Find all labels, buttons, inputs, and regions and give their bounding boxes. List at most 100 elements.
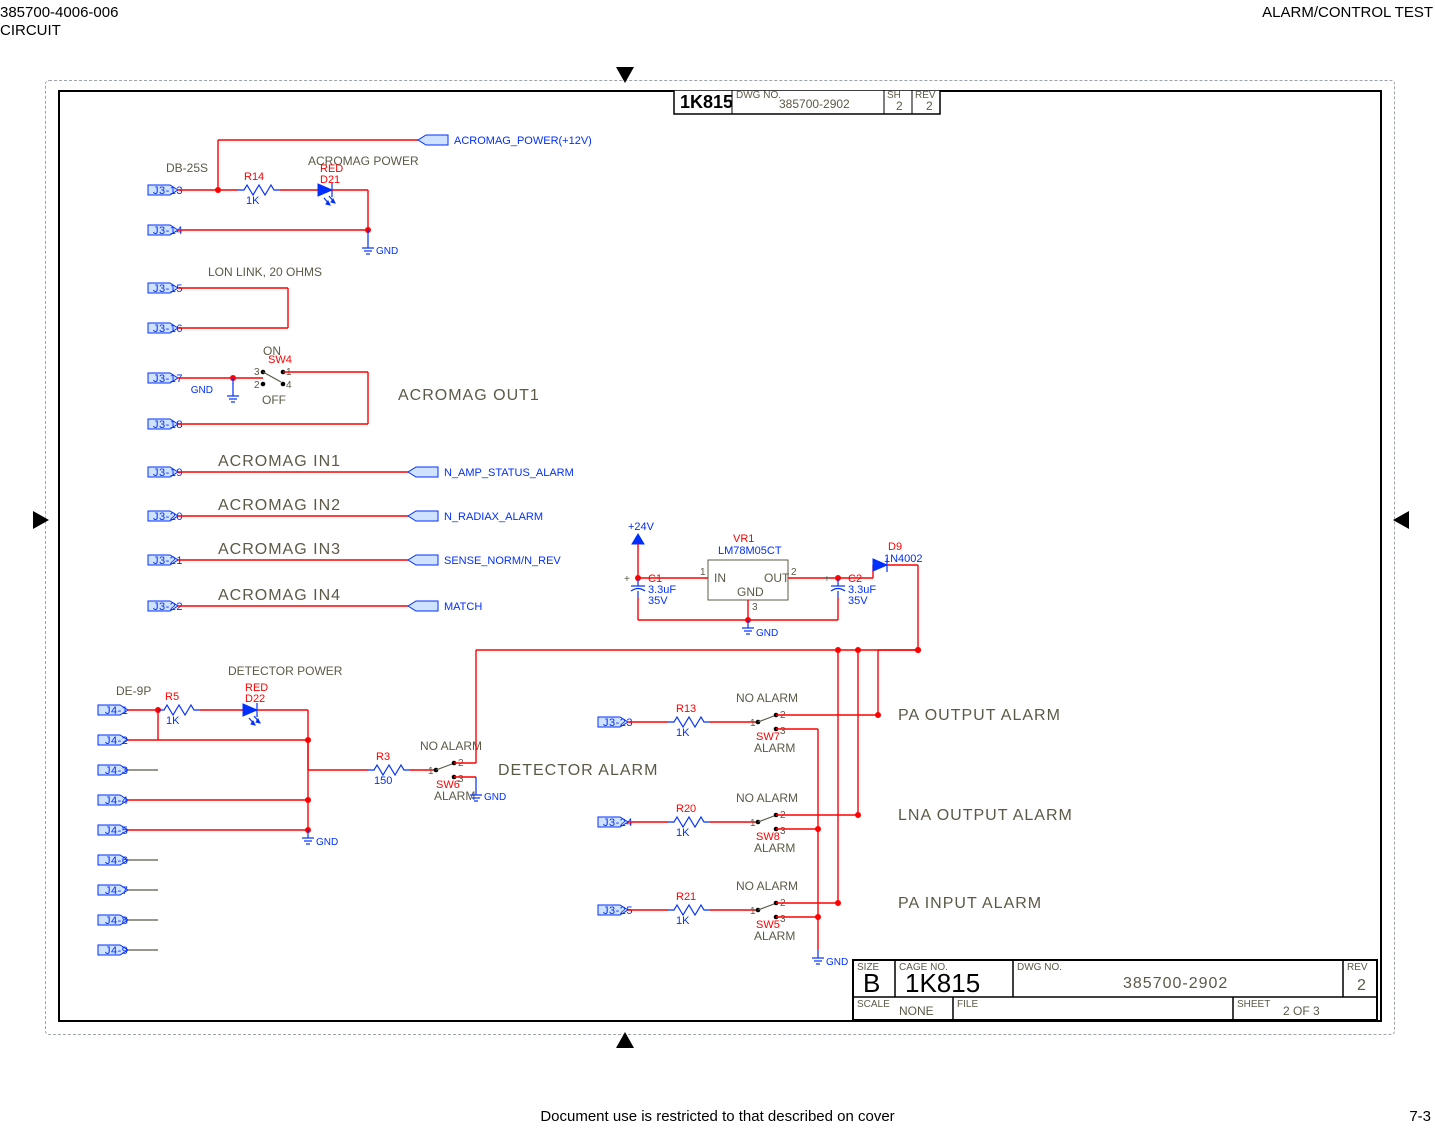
svg-text:4: 4 [286, 380, 292, 391]
pa-output-branch: J3-23 R13 1K 1 2 3 NO ALARM SW7 ALARM PA… [598, 691, 1061, 755]
svg-text:J4-5: J4-5 [105, 825, 128, 837]
tb-dwg-lbl: DWG NO. [1017, 962, 1062, 973]
svg-text:1: 1 [750, 818, 756, 829]
tick-right-icon [1393, 511, 1409, 529]
sw8-alarm: ALARM [754, 841, 795, 855]
schematic-svg: 1K815 DWG NO. 385700-2902 SH 2 REV 2 J3-… [58, 90, 1382, 1022]
doc-word: CIRCUIT [0, 22, 118, 40]
r20-ref: R20 [676, 803, 696, 815]
svg-text:J3-21: J3-21 [153, 555, 183, 567]
acromag-power-net: ACROMAG_POWER(+12V) [454, 135, 592, 147]
sw4-on: ON [263, 344, 281, 358]
in3: ACROMAG IN3 SENSE_NORM/N_REV [178, 541, 561, 567]
svg-text:J4-3: J4-3 [105, 765, 128, 777]
sw6-alarm: ALARM [434, 789, 475, 803]
svg-text:SENSE_NORM/N_REV: SENSE_NORM/N_REV [444, 555, 561, 567]
tb-file-lbl: FILE [957, 999, 978, 1010]
c1-v2: 35V [648, 595, 668, 607]
sw7-noalarm: NO ALARM [736, 691, 798, 705]
r5-val: 1K [166, 715, 180, 727]
j3-19: J3-19 [148, 467, 183, 479]
pa-input-branch: J3-25 R21 1K 1 2 3 NO ALARM SW5 ALARM PA… [598, 879, 1042, 943]
svg-text:2: 2 [791, 567, 797, 578]
sw5-alarm: ALARM [754, 929, 795, 943]
svg-text:J3-24: J3-24 [603, 817, 633, 829]
svg-text:N_AMP_STATUS_ALARM: N_AMP_STATUS_ALARM [444, 467, 574, 479]
svg-text:J3-20: J3-20 [153, 511, 183, 523]
sw8-noalarm: NO ALARM [736, 791, 798, 805]
vr1-block: +24V + C1 3.3uF 35V VR1 LM78M05CT IN OUT… [624, 521, 923, 653]
svg-text:GND: GND [826, 957, 848, 968]
top-dwg-no: 385700-2902 [779, 97, 850, 111]
r14-val: 1K [246, 195, 260, 207]
svg-text:J3-13: J3-13 [153, 185, 183, 197]
vr1-ref: VR1 [733, 533, 754, 545]
footer-note: Document use is restricted to that descr… [0, 1108, 1435, 1125]
tick-bottom-icon [616, 1032, 634, 1048]
top-sh: 2 [896, 99, 903, 113]
r3-val: 150 [374, 775, 392, 787]
in2: ACROMAG IN2 N_RADIAX_ALARM [178, 497, 543, 523]
d21-ref: D21 [320, 174, 340, 186]
j3-21: J3-21 [148, 555, 183, 567]
svg-text:1: 1 [750, 718, 756, 729]
tb-sheet-lbl: SHEET [1237, 999, 1270, 1010]
d9-val: 1N4002 [884, 553, 923, 565]
svg-text:J4-2: J4-2 [105, 735, 128, 747]
svg-text:3: 3 [780, 826, 786, 837]
tb-scale-val: NONE [899, 1004, 934, 1018]
svg-text:GND: GND [737, 585, 764, 599]
p24v: +24V [628, 521, 655, 533]
pa-output-alarm: PA OUTPUT ALARM [898, 707, 1061, 724]
sw4-gnd: GND [191, 385, 213, 396]
drawing-sheet: 1K815 DWG NO. 385700-2902 SH 2 REV 2 J3-… [20, 50, 1415, 1060]
j4-4: J4-4 [98, 795, 308, 807]
sw6-noalarm: NO ALARM [420, 739, 482, 753]
tb-dwg-no: 385700-2902 [1123, 975, 1228, 992]
svg-text:J3-18: J3-18 [153, 419, 183, 431]
c2-v2: 35V [848, 595, 868, 607]
tick-left-icon [33, 511, 49, 529]
r5-ref: R5 [165, 691, 179, 703]
r20-val: 1K [676, 827, 690, 839]
detector-alarm: DETECTOR ALARM [498, 762, 658, 779]
j4-9: J4-9 [98, 945, 158, 957]
tb-size-val: B [863, 968, 881, 998]
tb-rev-lbl: REV [1347, 962, 1368, 973]
j4-6: J4-6 [98, 855, 158, 867]
svg-text:ACROMAG IN4: ACROMAG IN4 [218, 587, 341, 604]
tb-sheet-val: 2 OF 3 [1283, 1004, 1320, 1018]
svg-text:J4-6: J4-6 [105, 855, 128, 867]
tb-scale-lbl: SCALE [857, 999, 890, 1010]
vr1-val: LM78M05CT [718, 545, 782, 557]
header-right: ALARM/CONTROL TEST [1262, 4, 1433, 21]
header-left: 385700-4006-006 CIRCUIT [0, 4, 118, 40]
acromag-out1: ACROMAG OUT1 [398, 387, 540, 404]
lna-output-alarm: LNA OUTPUT ALARM [898, 807, 1073, 824]
title-block: SIZE B CAGE NO. 1K815 DWG NO. 385700-290… [853, 960, 1377, 1020]
svg-text:1: 1 [750, 906, 756, 917]
in1: ACROMAG IN1 N_AMP_STATUS_ALARM [178, 453, 574, 479]
svg-text:ACROMAG IN2: ACROMAG IN2 [218, 497, 341, 514]
sw7-alarm: ALARM [754, 741, 795, 755]
svg-text:GND: GND [316, 837, 338, 848]
svg-text:GND: GND [484, 792, 506, 803]
svg-text:N_RADIAX_ALARM: N_RADIAX_ALARM [444, 511, 543, 523]
svg-text:3: 3 [780, 726, 786, 737]
svg-text:ACROMAG IN3: ACROMAG IN3 [218, 541, 341, 558]
pa-input-alarm: PA INPUT ALARM [898, 895, 1042, 912]
svg-text:J3-22: J3-22 [153, 601, 183, 613]
j3-17: J3-17 [148, 373, 183, 385]
svg-text:1: 1 [700, 567, 706, 578]
top-cage: 1K815 [680, 92, 733, 112]
svg-text:J3-23: J3-23 [603, 717, 633, 729]
svg-text:1: 1 [428, 766, 434, 777]
r13-ref: R13 [676, 703, 696, 715]
sw4-off: OFF [262, 393, 286, 407]
svg-text:2: 2 [254, 380, 260, 391]
svg-text:J3-16: J3-16 [153, 323, 183, 335]
svg-text:GND: GND [376, 246, 398, 257]
top-dwg-lbl: DWG NO. [736, 90, 781, 101]
lna-output-branch: J3-24 R20 1K 1 2 3 NO ALARM SW8 ALARM LN… [598, 791, 1073, 855]
top-titleblock: 1K815 DWG NO. 385700-2902 SH 2 REV 2 [674, 90, 940, 114]
